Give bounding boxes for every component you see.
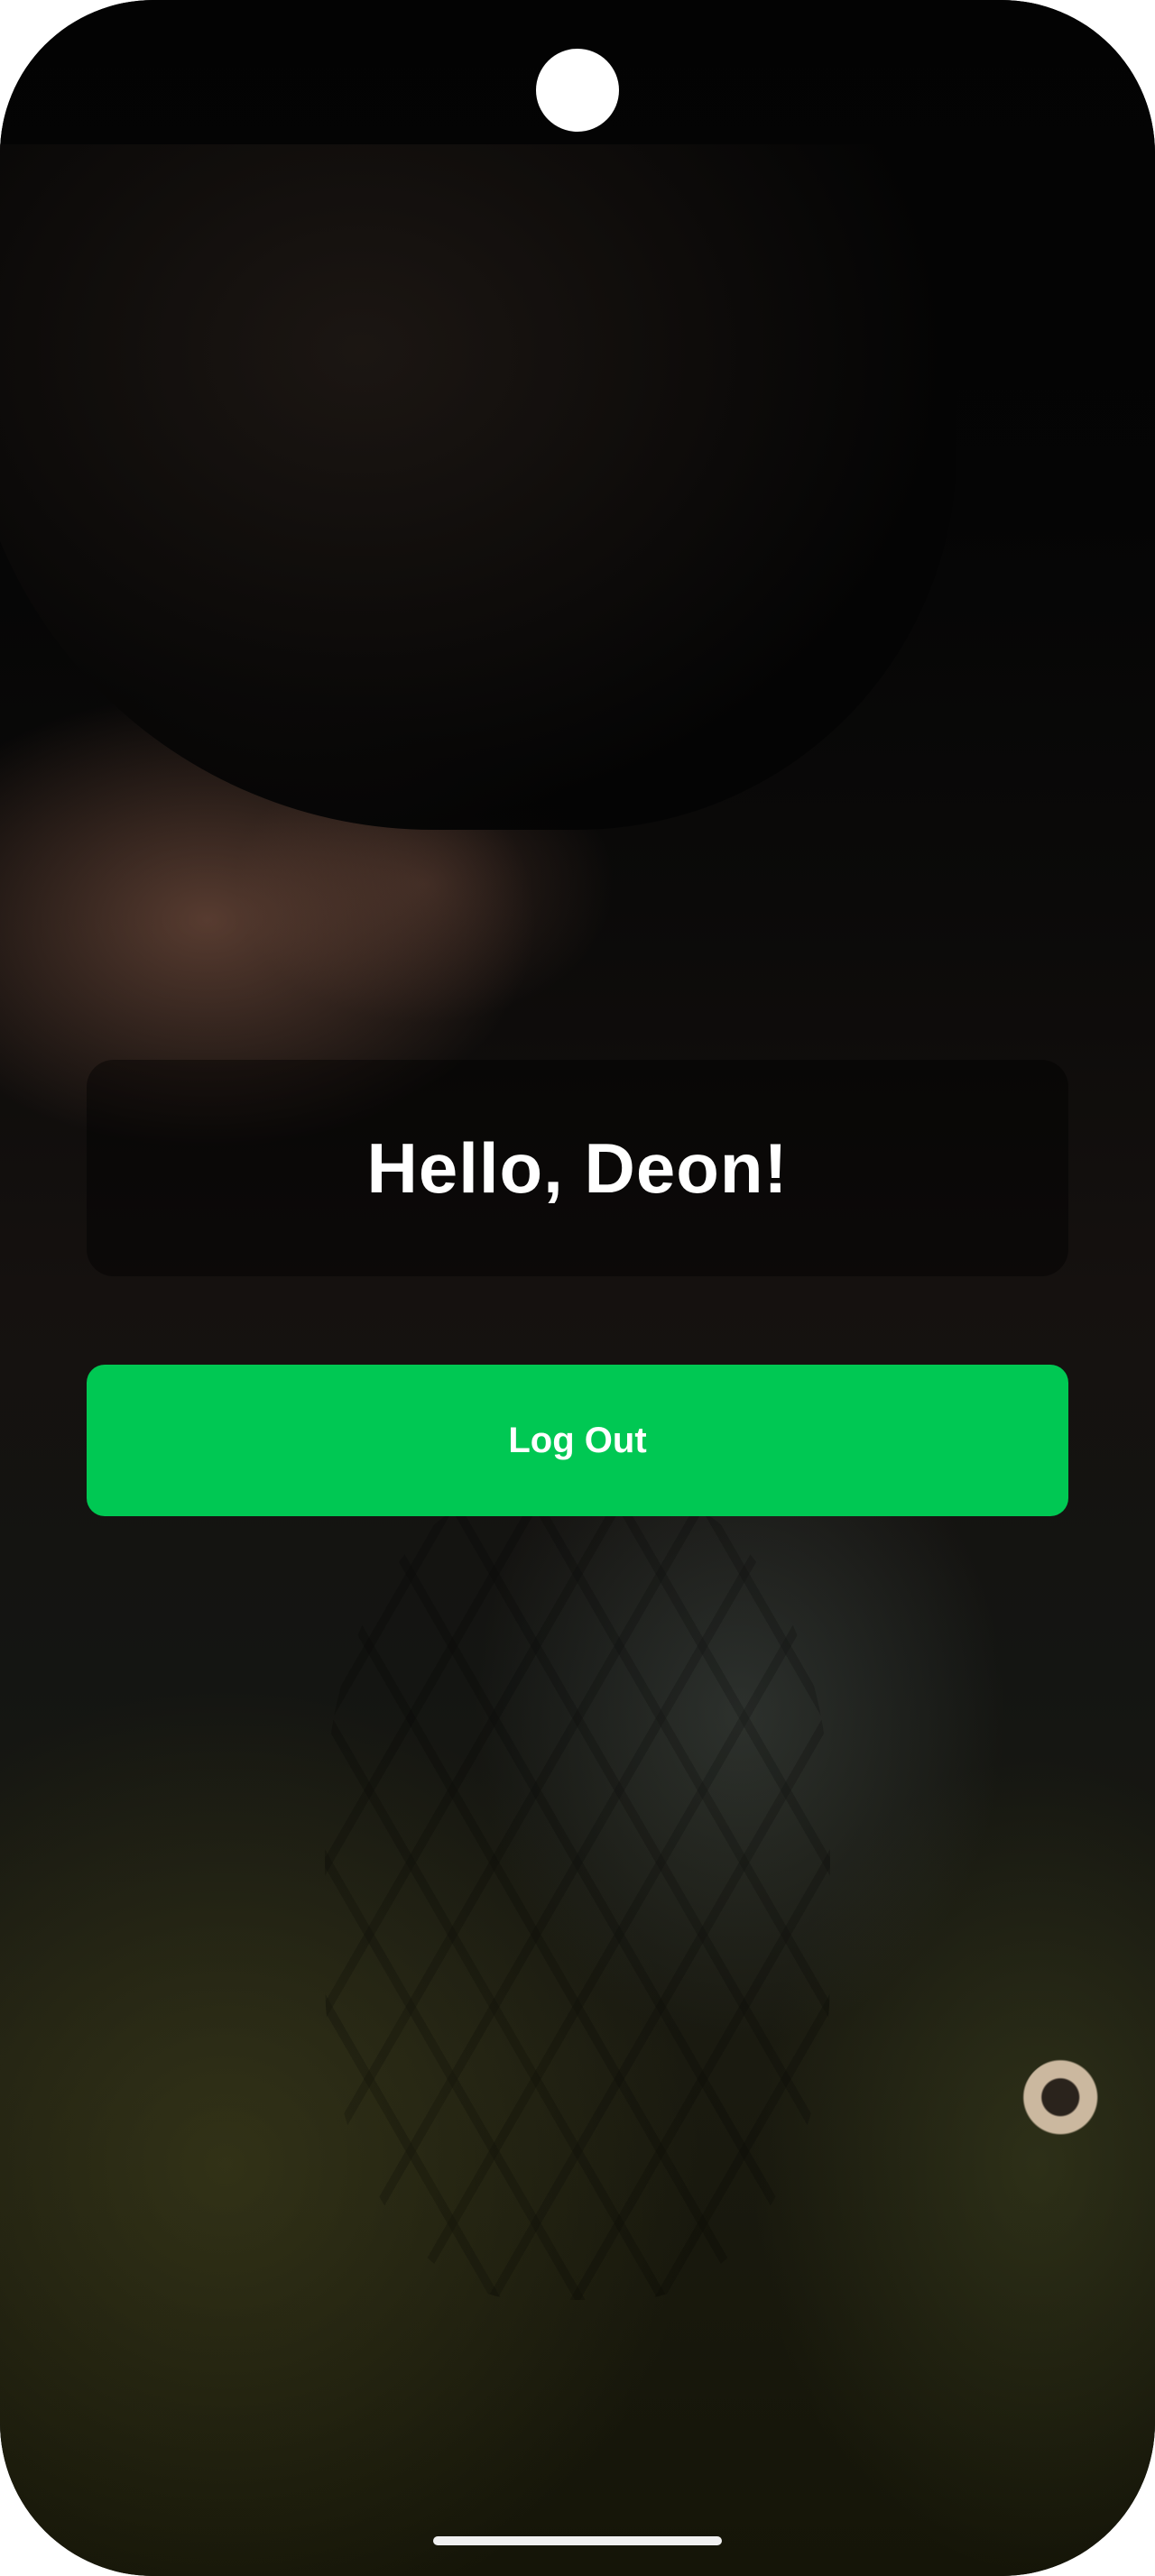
background-photo-hair — [0, 144, 956, 830]
phone-screen: Hello, Deon! Log Out — [0, 0, 1155, 2576]
home-indicator[interactable] — [433, 2536, 722, 2545]
greeting-text: Hello, Deon! — [366, 1127, 789, 1208]
background-photo-mesh — [325, 1488, 830, 2300]
logout-button[interactable]: Log Out — [87, 1365, 1068, 1516]
greeting-card: Hello, Deon! — [87, 1060, 1068, 1276]
logout-button-label: Log Out — [508, 1420, 647, 1460]
camera-cutout — [536, 49, 619, 132]
background-photo-coat-button — [1021, 2058, 1108, 2145]
